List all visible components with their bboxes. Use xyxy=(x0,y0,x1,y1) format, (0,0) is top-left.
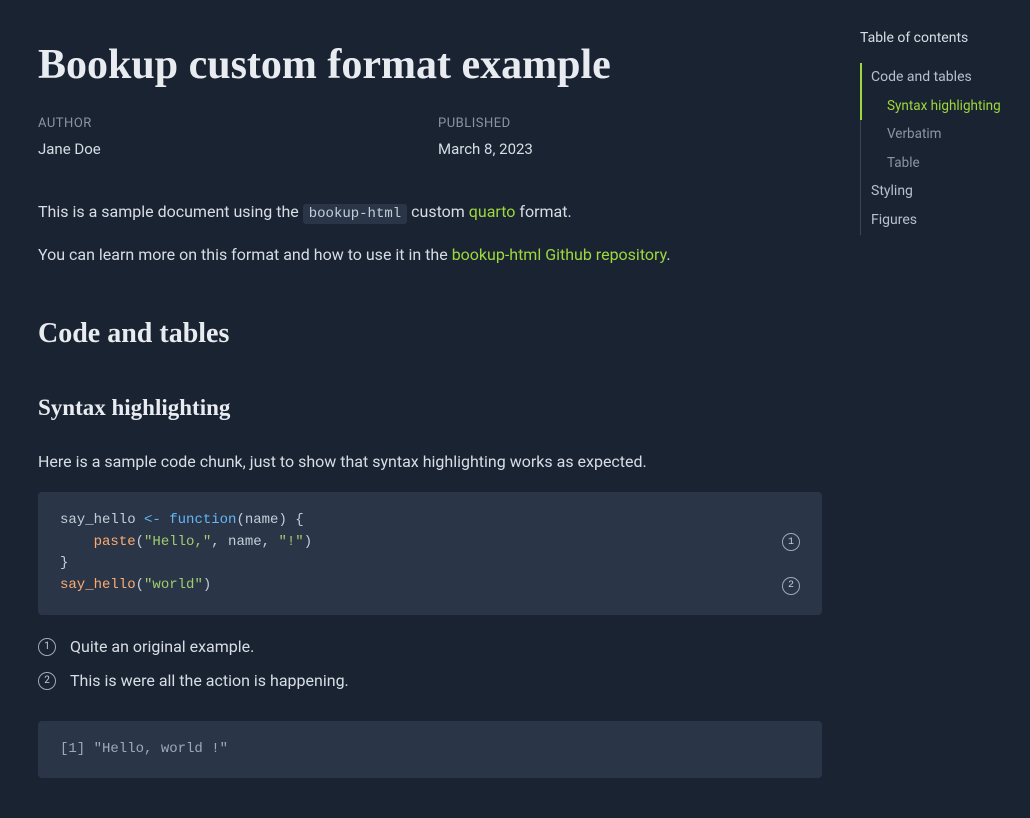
intro-text: You can learn more on this format and ho… xyxy=(38,245,452,264)
published-label: PUBLISHED xyxy=(438,114,638,134)
annotation-item-2: 2 This is were all the action is happeni… xyxy=(38,669,822,693)
code-annotation-badge-2[interactable]: 2 xyxy=(782,577,800,595)
intro-text: format. xyxy=(515,202,571,221)
code-output-block: [1] "Hello, world !" xyxy=(38,721,822,778)
toc-title: Table of contents xyxy=(860,28,1014,49)
meta-author: AUTHOR Jane Doe xyxy=(38,114,238,160)
syntax-intro-text: Here is a sample code chunk, just to sho… xyxy=(38,450,822,474)
meta-row: AUTHOR Jane Doe PUBLISHED March 8, 2023 xyxy=(38,114,822,160)
toc-subitem-table[interactable]: Table xyxy=(861,149,1014,177)
annotation-list: 1 Quite an original example. 2 This is w… xyxy=(38,635,822,693)
code-block-r: say_hello <- function(name) { paste("Hel… xyxy=(38,492,822,615)
section-code-and-tables: Code and tables xyxy=(38,313,822,355)
github-repo-link[interactable]: bookup-html Github repository xyxy=(452,245,667,264)
page-title: Bookup custom format example xyxy=(38,40,822,90)
main-content: Bookup custom format example AUTHOR Jane… xyxy=(0,0,860,818)
inline-code-bookup: bookup-html xyxy=(303,204,407,224)
output-text: [1] "Hello, world !" xyxy=(60,741,228,757)
author-value: Jane Doe xyxy=(38,138,238,161)
toc-sublist: Syntax highlighting Verbatim Table xyxy=(861,92,1014,177)
annotation-text-2: This is were all the action is happening… xyxy=(70,669,349,693)
code-line-2: paste("Hello,", name, "!") xyxy=(60,532,312,554)
subsection-syntax-highlighting: Syntax highlighting xyxy=(38,391,822,426)
toc-subitem-syntax-highlighting[interactable]: Syntax highlighting xyxy=(860,92,1014,120)
intro-text: This is a sample document using the xyxy=(38,202,303,221)
intro-paragraph-2: You can learn more on this format and ho… xyxy=(38,243,822,267)
code-line-1: say_hello <- function(name) { xyxy=(60,510,304,532)
toc-item-code-and-tables[interactable]: Code and tables xyxy=(860,63,1014,92)
author-label: AUTHOR xyxy=(38,114,238,134)
intro-text: custom xyxy=(407,202,469,221)
code-annotation-badge-1[interactable]: 1 xyxy=(782,533,800,551)
code-line-3: } xyxy=(60,553,68,575)
published-value: March 8, 2023 xyxy=(438,138,638,161)
intro-text: . xyxy=(666,245,670,264)
toc-item-figures[interactable]: Figures xyxy=(861,206,1014,235)
toc-subitem-verbatim[interactable]: Verbatim xyxy=(861,120,1014,148)
toc-sidebar: Table of contents Code and tables Syntax… xyxy=(860,0,1030,818)
annotation-item-1: 1 Quite an original example. xyxy=(38,635,822,659)
toc-item-styling[interactable]: Styling xyxy=(861,177,1014,206)
intro-paragraph-1: This is a sample document using the book… xyxy=(38,200,822,225)
annotation-number-icon: 2 xyxy=(38,672,56,690)
quarto-link[interactable]: quarto xyxy=(469,202,516,221)
annotation-number-icon: 1 xyxy=(38,638,56,656)
toc-list: Code and tables Syntax highlighting Verb… xyxy=(860,63,1014,235)
code-line-5: say_hello("world") xyxy=(60,575,211,597)
annotation-text-1: Quite an original example. xyxy=(70,635,254,659)
meta-published: PUBLISHED March 8, 2023 xyxy=(438,114,638,160)
